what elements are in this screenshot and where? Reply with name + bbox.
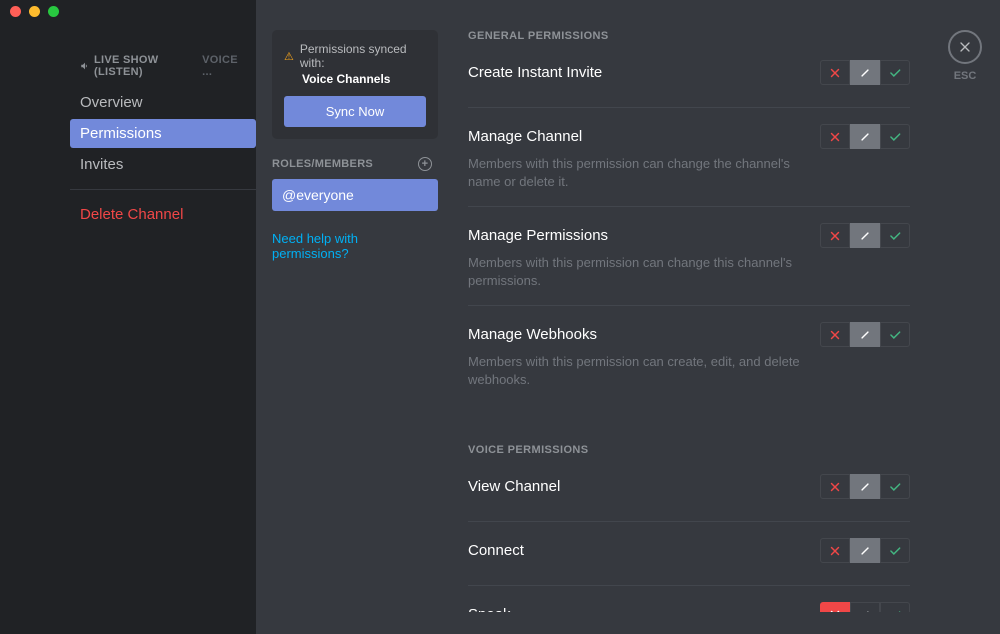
toggle-neutral[interactable] bbox=[850, 474, 880, 499]
maximize-window-icon[interactable] bbox=[48, 6, 59, 17]
permission-group-header: VOICE PERMISSIONS bbox=[468, 444, 910, 456]
permission-row: Manage Permissions Members with this perm… bbox=[468, 223, 910, 306]
permission-row: Create Instant Invite bbox=[468, 60, 910, 108]
sync-box: ⚠ Permissions synced with: Voice Channel… bbox=[272, 30, 438, 139]
permission-row: View Channel bbox=[468, 474, 910, 522]
delete-channel-button[interactable]: Delete Channel bbox=[70, 200, 256, 229]
add-role-button[interactable]: + bbox=[418, 157, 432, 171]
main-content: ⚠ Permissions synced with: Voice Channel… bbox=[256, 0, 1000, 612]
sync-text: ⚠ Permissions synced with: bbox=[284, 42, 426, 70]
window-controls bbox=[0, 0, 256, 22]
permission-toggle bbox=[820, 322, 910, 347]
role-item[interactable]: @everyone bbox=[272, 179, 438, 211]
toggle-deny[interactable] bbox=[820, 223, 850, 248]
permission-description: Members with this permission can create,… bbox=[468, 353, 818, 388]
toggle-neutral[interactable] bbox=[850, 322, 880, 347]
warning-icon: ⚠ bbox=[284, 50, 294, 63]
toggle-neutral[interactable] bbox=[850, 538, 880, 563]
permission-toggle bbox=[820, 602, 910, 612]
toggle-neutral[interactable] bbox=[850, 602, 880, 612]
toggle-deny[interactable] bbox=[820, 60, 850, 85]
sidebar: LIVE SHOW (LISTEN) VOICE ... OverviewPer… bbox=[0, 0, 256, 612]
permission-row: Connect bbox=[468, 538, 910, 586]
sync-text-label: Permissions synced with: bbox=[300, 42, 426, 70]
help-link[interactable]: Need help with permissions? bbox=[272, 231, 438, 261]
toggle-deny[interactable] bbox=[820, 322, 850, 347]
permission-title: Speak bbox=[468, 606, 511, 612]
toggle-allow[interactable] bbox=[880, 474, 910, 499]
breadcrumb-channel: LIVE SHOW (LISTEN) bbox=[94, 54, 198, 78]
permission-title: Manage Permissions bbox=[468, 227, 608, 244]
toggle-neutral[interactable] bbox=[850, 60, 880, 85]
sidebar-item-permissions[interactable]: Permissions bbox=[70, 119, 256, 148]
sync-category: Voice Channels bbox=[302, 72, 426, 86]
toggle-deny[interactable] bbox=[820, 538, 850, 563]
permission-group-header: GENERAL PERMISSIONS bbox=[468, 30, 910, 42]
permission-toggle bbox=[820, 538, 910, 563]
minimize-window-icon[interactable] bbox=[29, 6, 40, 17]
toggle-deny[interactable] bbox=[820, 474, 850, 499]
toggle-neutral[interactable] bbox=[850, 124, 880, 149]
permission-toggle bbox=[820, 223, 910, 248]
toggle-neutral[interactable] bbox=[850, 223, 880, 248]
permission-toggle bbox=[820, 60, 910, 85]
sidebar-item-overview[interactable]: Overview bbox=[70, 88, 256, 117]
close-column: ESC bbox=[930, 0, 1000, 612]
permission-toggle bbox=[820, 124, 910, 149]
sidebar-item-invites[interactable]: Invites bbox=[70, 150, 256, 179]
toggle-allow[interactable] bbox=[880, 538, 910, 563]
roles-column: ⚠ Permissions synced with: Voice Channel… bbox=[272, 0, 438, 612]
permission-row: Manage Webhooks Members with this permiss… bbox=[468, 322, 910, 404]
permission-title: Manage Channel bbox=[468, 128, 582, 145]
nav-separator bbox=[70, 189, 256, 190]
close-button[interactable] bbox=[948, 30, 982, 64]
toggle-allow[interactable] bbox=[880, 124, 910, 149]
sync-now-button[interactable]: Sync Now bbox=[284, 96, 426, 127]
toggle-allow[interactable] bbox=[880, 602, 910, 612]
toggle-deny[interactable] bbox=[820, 602, 850, 612]
volume-icon bbox=[80, 61, 90, 71]
toggle-allow[interactable] bbox=[880, 322, 910, 347]
roles-header-label: ROLES/MEMBERS bbox=[272, 158, 373, 170]
toggle-allow[interactable] bbox=[880, 60, 910, 85]
permission-title: Manage Webhooks bbox=[468, 326, 597, 343]
breadcrumb-category: VOICE ... bbox=[202, 54, 246, 78]
toggle-allow[interactable] bbox=[880, 223, 910, 248]
permission-title: Connect bbox=[468, 542, 524, 559]
permission-toggle bbox=[820, 474, 910, 499]
permission-row: Manage Channel Members with this permissi… bbox=[468, 124, 910, 207]
permission-row: Speak bbox=[468, 602, 910, 612]
permission-description: Members with this permission can change … bbox=[468, 155, 818, 190]
permissions-column: GENERAL PERMISSIONS Create Instant Invite… bbox=[438, 0, 930, 612]
esc-label: ESC bbox=[954, 70, 977, 82]
permission-title: View Channel bbox=[468, 478, 560, 495]
toggle-deny[interactable] bbox=[820, 124, 850, 149]
permission-title: Create Instant Invite bbox=[468, 64, 602, 81]
permission-description: Members with this permission can change … bbox=[468, 254, 818, 289]
breadcrumb: LIVE SHOW (LISTEN) VOICE ... bbox=[80, 54, 246, 78]
roles-header: ROLES/MEMBERS + bbox=[272, 157, 438, 171]
close-window-icon[interactable] bbox=[10, 6, 21, 17]
